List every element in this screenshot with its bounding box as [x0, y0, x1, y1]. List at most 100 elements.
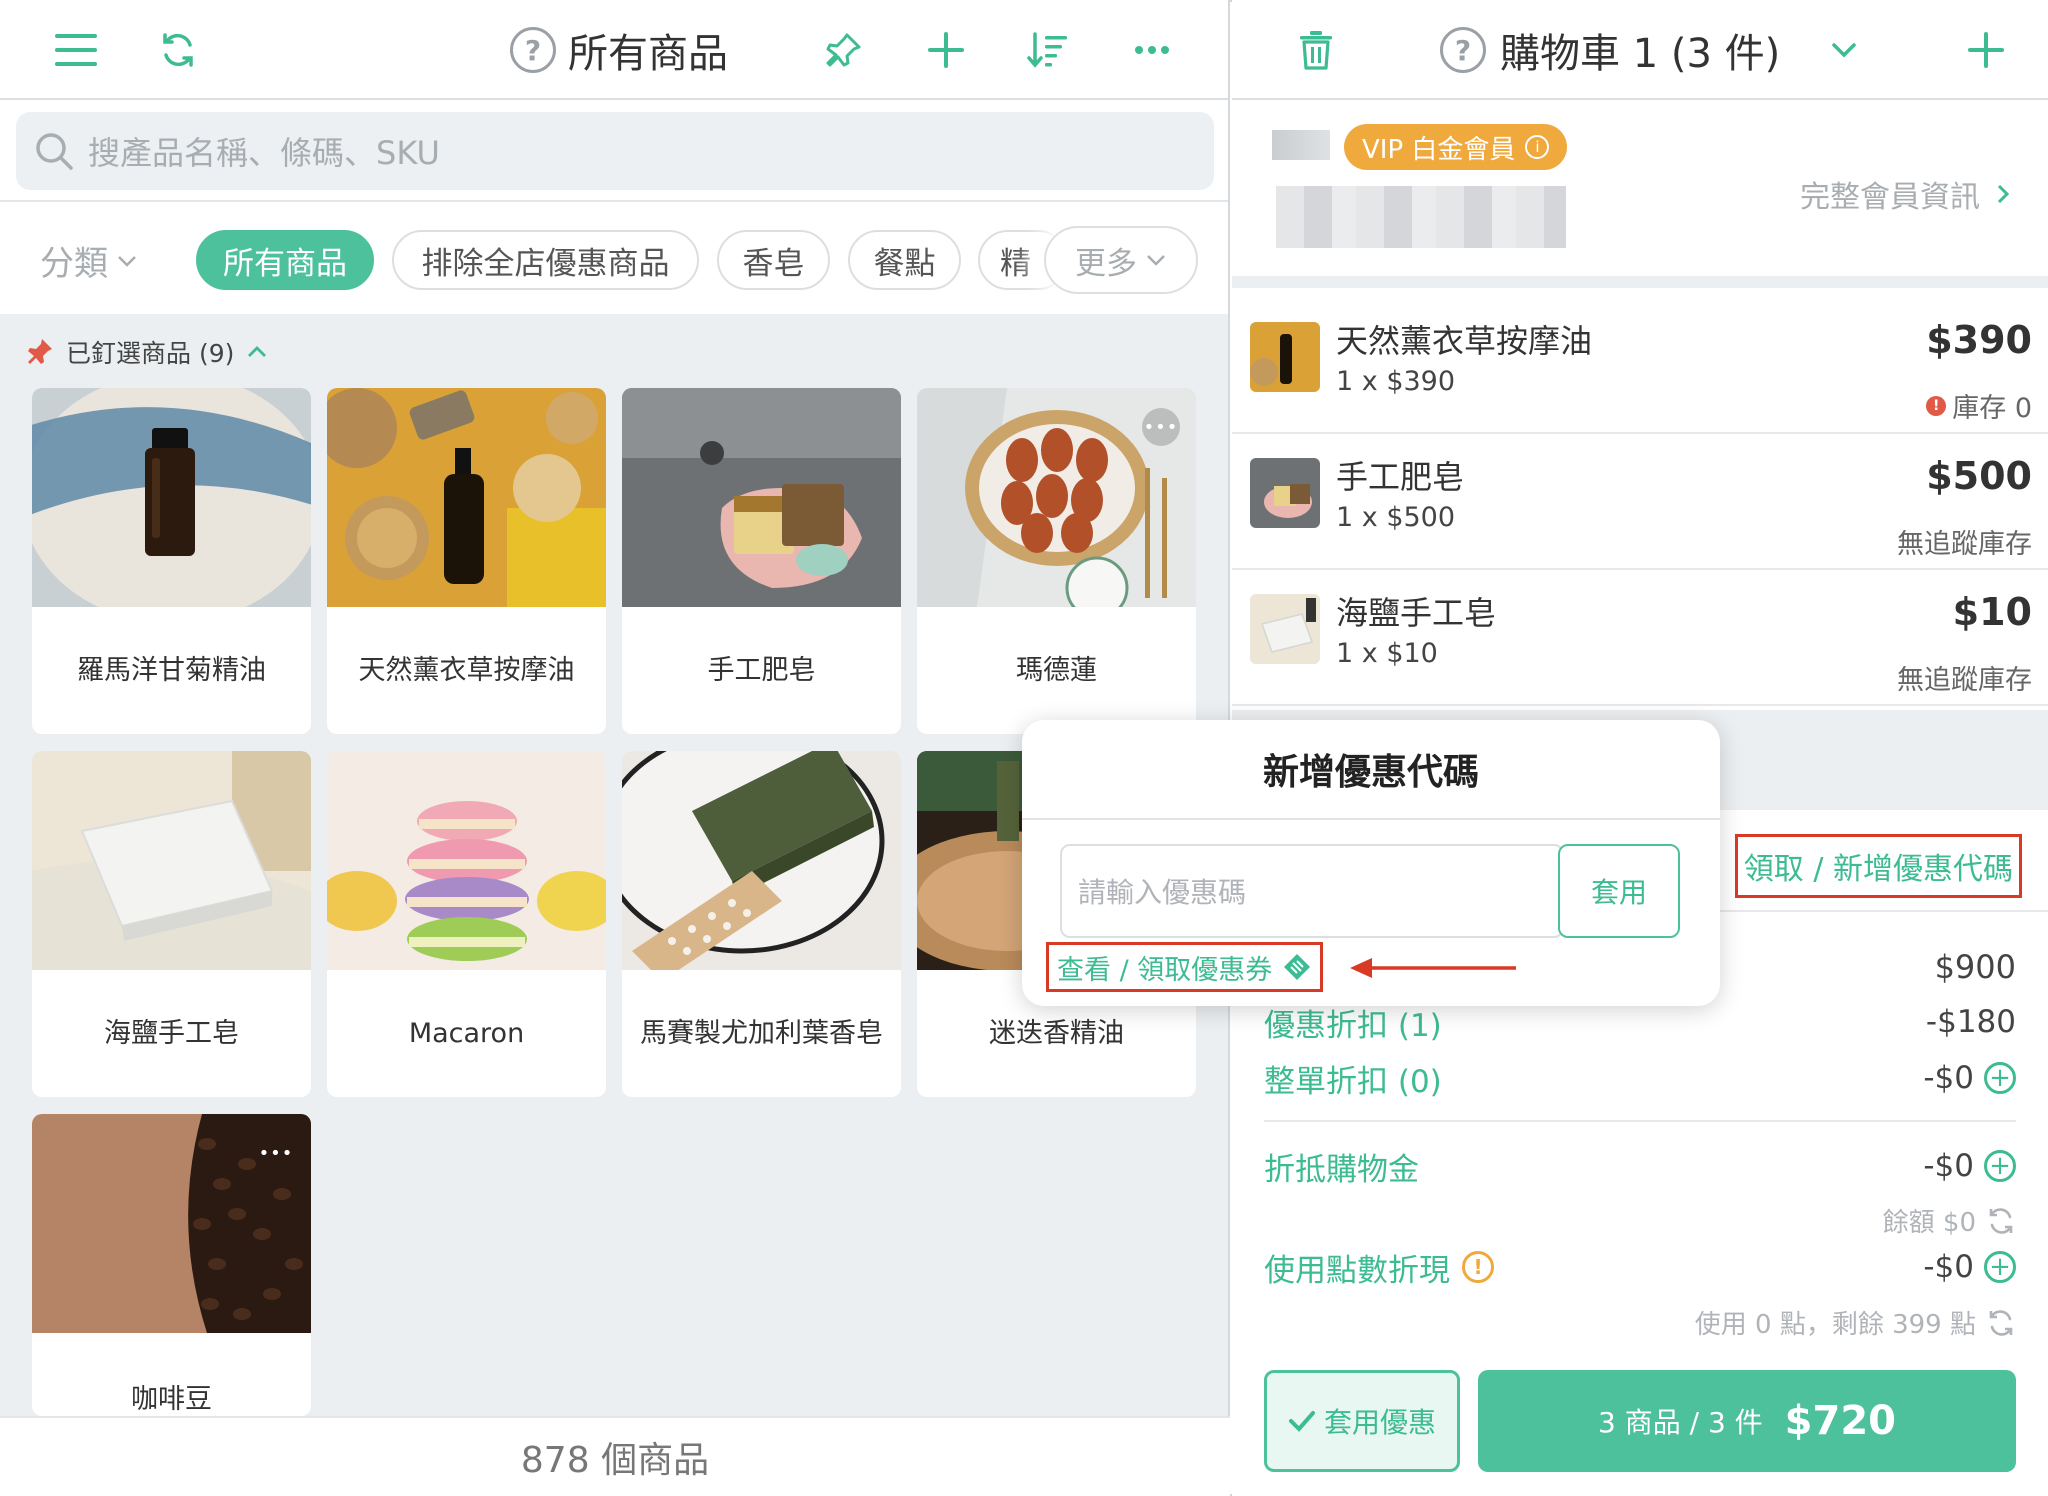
product-options-icon[interactable]: •••: [257, 1134, 295, 1172]
points-note-label: 使用 0 點，剩餘 399 點: [1694, 1310, 1976, 1340]
cart-item-stock: 無追蹤庫存: [1897, 665, 2032, 696]
points-value-wrap: -$0 +: [1923, 1249, 2016, 1285]
menu-icon[interactable]: [52, 26, 100, 74]
credit-balance: 餘額 $0: [1883, 1202, 2016, 1239]
chevron-down-icon[interactable]: [1820, 26, 1868, 74]
product-image: [622, 751, 901, 970]
order-discount-row: 整單折扣 (0) -$0 +: [1264, 1053, 2016, 1103]
search-bar: 搜產品名稱、條碼、SKU: [0, 100, 1228, 202]
more-label: 更多: [1075, 245, 1137, 282]
subtotal-value: $900: [1934, 948, 2016, 986]
points-note: 使用 0 點，剩餘 399 點: [1695, 1304, 2016, 1341]
product-count: 878 個商品: [0, 1416, 1230, 1496]
credit-value-wrap: -$0 +: [1923, 1148, 2016, 1184]
checkout-summary: 3 商品 / 3 件: [1598, 1406, 1763, 1439]
product-card[interactable]: 馬賽製尤加利葉香皂: [622, 751, 901, 1097]
product-card[interactable]: 海鹽手工皂: [32, 751, 311, 1097]
product-image: [622, 388, 901, 607]
product-name: 天然薰衣草按摩油: [358, 654, 575, 686]
pin-icon[interactable]: [820, 26, 868, 74]
apply-discount-button[interactable]: 套用優惠: [1264, 1370, 1460, 1472]
sort-icon[interactable]: [1024, 26, 1072, 74]
cart-item-price: $390: [1926, 318, 2032, 362]
warning-icon[interactable]: !: [1462, 1251, 1494, 1283]
product-card[interactable]: ••• 瑪德蓮: [917, 388, 1196, 734]
order-discount-value-wrap: -$0 +: [1923, 1060, 2016, 1096]
vip-label: VIP 白金會員: [1362, 134, 1516, 165]
trash-icon[interactable]: [1292, 26, 1340, 74]
chip-meals[interactable]: 餐點: [848, 230, 961, 290]
cart-item-qty: 1 x $390: [1336, 366, 1456, 397]
add-credit-icon[interactable]: +: [1984, 1150, 2016, 1182]
credit-row: 折抵購物金 -$0 +: [1264, 1141, 2016, 1191]
info-icon: i: [1525, 135, 1550, 159]
check-icon: [1288, 1411, 1315, 1432]
points-label: 使用點數折現: [1264, 1252, 1450, 1289]
search-icon: [36, 133, 73, 170]
product-card[interactable]: 手工肥皂: [622, 388, 901, 734]
add-coupon-code-link[interactable]: 領取 / 新增優惠代碼: [1734, 834, 2022, 898]
credit-balance-label: 餘額 $0: [1882, 1208, 1976, 1238]
ticket-icon: [1284, 954, 1311, 980]
coupon-code-input[interactable]: 請輸入優惠碼: [1060, 844, 1564, 938]
apply-coupon-button[interactable]: 套用: [1558, 844, 1680, 938]
product-image: •••: [917, 388, 1196, 607]
cart-item-name: 天然薰衣草按摩油: [1336, 322, 1593, 360]
product-image: [32, 388, 311, 607]
vip-badge[interactable]: VIP 白金會員 i: [1344, 124, 1568, 170]
refresh-icon[interactable]: [154, 26, 202, 74]
product-card[interactable]: ••• 咖啡豆: [32, 1114, 311, 1416]
discount-label[interactable]: 優惠折扣 (1): [1264, 1000, 1442, 1045]
points-label-wrap: 使用點數折現 !: [1264, 1245, 1494, 1290]
more-icon[interactable]: [1128, 26, 1176, 74]
chip-soap[interactable]: 香皂: [717, 230, 830, 290]
view-coupons-link[interactable]: 查看 / 領取優惠券: [1046, 942, 1324, 992]
member-details-blurred: [1276, 186, 1566, 248]
add-icon[interactable]: [922, 26, 970, 74]
cart-item-stock: ! 庫存 0: [1926, 386, 2032, 425]
divider: [1264, 1120, 2016, 1122]
cart-item-qty: 1 x $10: [1336, 638, 1438, 669]
category-dropdown[interactable]: 分類: [40, 236, 138, 285]
cart-item-thumb: [1250, 594, 1320, 664]
annotation-arrow-icon: [1350, 958, 1516, 978]
page-title: 所有商品: [568, 31, 728, 77]
cart-item[interactable]: 手工肥皂 1 x $500 $500 無追蹤庫存: [1232, 436, 2048, 570]
cart-item-name: 海鹽手工皂: [1336, 594, 1497, 632]
more-categories-button[interactable]: 更多: [1044, 226, 1198, 294]
product-card[interactable]: 天然薰衣草按摩油: [327, 388, 606, 734]
product-card[interactable]: 羅馬洋甘菊精油: [32, 388, 311, 734]
product-options-icon[interactable]: •••: [1142, 408, 1180, 446]
full-member-info-link[interactable]: 完整會員資訊: [1800, 172, 2010, 216]
member-info[interactable]: VIP 白金會員 i 完整會員資訊: [1232, 100, 2048, 288]
product-image: [32, 751, 311, 970]
add-points-icon[interactable]: +: [1984, 1251, 2016, 1283]
product-card[interactable]: Macaron: [327, 751, 606, 1097]
cart-item-qty: 1 x $500: [1336, 502, 1456, 533]
chevron-up-icon: [248, 346, 267, 357]
member-link-label: 完整會員資訊: [1800, 180, 1980, 215]
add-order-discount-icon[interactable]: +: [1984, 1062, 2016, 1094]
cart-item-price: $500: [1926, 454, 2032, 498]
chip-all-products[interactable]: 所有商品: [196, 230, 374, 290]
add-cart-icon[interactable]: [1962, 26, 2010, 74]
search-input[interactable]: 搜產品名稱、條碼、SKU: [16, 112, 1214, 190]
checkout-total: $720: [1784, 1398, 1896, 1444]
credit-label: 折抵購物金: [1264, 1151, 1419, 1188]
search-placeholder: 搜產品名稱、條碼、SKU: [88, 134, 440, 172]
order-discount-label: 整單折扣 (0): [1264, 1063, 1442, 1100]
refresh-icon[interactable]: [1986, 1308, 2016, 1338]
cart-item[interactable]: 天然薰衣草按摩油 1 x $390 $390 ! 庫存 0: [1232, 300, 2048, 434]
points-value: -$0: [1923, 1249, 1974, 1285]
cart-item-thumb: [1250, 322, 1320, 392]
cart-item-stock: 無追蹤庫存: [1897, 529, 2032, 560]
help-icon[interactable]: ?: [510, 27, 556, 73]
discount-value: -$180: [1925, 1004, 2016, 1040]
refresh-icon[interactable]: [1986, 1206, 2016, 1236]
cart-title: ? 購物車 1 (3 件): [1440, 18, 1780, 82]
checkout-button[interactable]: 3 商品 / 3 件 $720: [1478, 1370, 2016, 1472]
help-icon[interactable]: ?: [1440, 27, 1486, 73]
pinned-section-toggle[interactable]: 已釘選商品 (9): [24, 334, 268, 370]
chip-exclude-discount[interactable]: 排除全店優惠商品: [392, 230, 699, 290]
cart-item[interactable]: 海鹽手工皂 1 x $10 $10 無追蹤庫存: [1232, 572, 2048, 706]
